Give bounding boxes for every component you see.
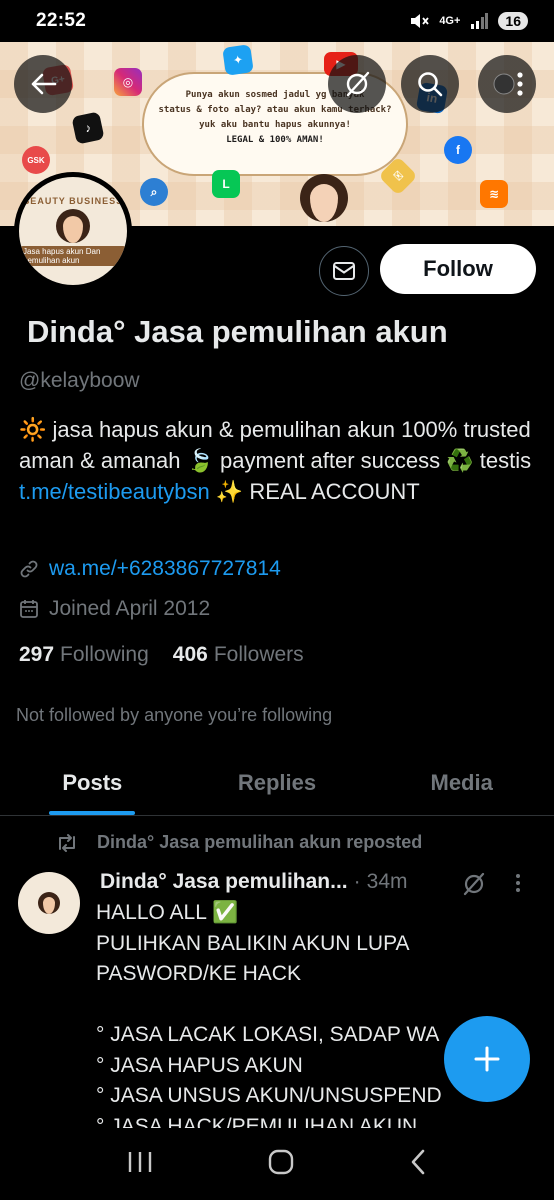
system-back-button[interactable] — [408, 1148, 428, 1181]
more-vertical-icon — [516, 874, 520, 892]
post-more-button[interactable] — [514, 872, 522, 900]
home-button[interactable] — [267, 1148, 295, 1181]
network-indicator: 4G+ — [439, 15, 461, 27]
following-label: Following — [60, 643, 149, 666]
bio-link[interactable]: t.me/testibeautybsn — [19, 479, 210, 504]
twitter-icon: ✦ — [222, 44, 254, 76]
search-app-icon: ⌕ — [140, 178, 168, 206]
search-icon — [418, 72, 443, 97]
post-author[interactable]: Dinda° Jasa pemulihan... — [100, 870, 348, 894]
status-bar: 22:52 4G+ 16 — [0, 0, 554, 42]
post-avatar[interactable] — [18, 872, 80, 934]
search-button[interactable] — [401, 55, 459, 113]
website-link[interactable]: wa.me/+6283867727814 — [49, 557, 281, 581]
grok-icon — [463, 872, 485, 896]
back-arrow-icon — [31, 73, 57, 95]
avatar-image: BEAUTY BUSINESS Jasa hapus akun Dan pemu… — [19, 177, 127, 285]
followers-label: Followers — [213, 643, 304, 666]
more-vertical-icon — [493, 72, 523, 96]
post-header: Dinda° Jasa pemulihan... · 34m — [100, 870, 408, 894]
repost-label[interactable]: Dinda° Jasa pemulihan akun reposted — [97, 832, 422, 853]
avatar-brand-text: BEAUTY BUSINESS — [22, 196, 124, 206]
compose-button[interactable] — [444, 1016, 530, 1102]
avatar-face — [56, 209, 90, 243]
grok-button[interactable] — [328, 55, 386, 113]
grok-icon — [346, 71, 370, 97]
plus-icon — [474, 1046, 500, 1072]
recents-icon — [129, 1151, 152, 1172]
following-link[interactable]: 297 Following — [19, 643, 149, 667]
tab-media[interactable]: Media — [369, 750, 554, 815]
tab-posts[interactable]: Posts — [0, 750, 185, 815]
avatar-tagline: Jasa hapus akun Dan pemulihan akun — [19, 246, 127, 266]
profile-website: wa.me/+6283867727814 — [19, 557, 281, 581]
system-nav-bar — [0, 1128, 554, 1200]
banner-illustration — [300, 174, 348, 222]
tab-replies[interactable]: Replies — [185, 750, 370, 815]
facebook-icon: f — [444, 136, 472, 164]
message-button[interactable] — [319, 246, 369, 296]
calendar-icon — [20, 600, 38, 618]
status-icons: 4G+ 16 — [409, 12, 528, 30]
bio-text: 🔆 jasa hapus akun & pemulihan akun 100% … — [19, 417, 532, 473]
post-time[interactable]: 34m — [367, 870, 408, 894]
profile-avatar[interactable]: BEAUTY BUSINESS Jasa hapus akun Dan pemu… — [14, 172, 132, 290]
status-time: 22:52 — [36, 10, 87, 31]
soundcloud-icon: ≋ — [480, 180, 508, 208]
follow-button[interactable]: Follow — [380, 244, 536, 294]
chevron-left-icon — [411, 1149, 424, 1174]
home-icon — [268, 1149, 294, 1174]
mute-icon — [411, 14, 430, 28]
post-separator: · — [353, 870, 361, 893]
profile-bio: 🔆 jasa hapus akun & pemulihan akun 100% … — [19, 414, 539, 507]
repost-indicator: Dinda° Jasa pemulihan akun reposted — [55, 832, 422, 853]
more-options-button[interactable] — [478, 55, 536, 113]
follow-counts: 297 Following 406 Followers — [19, 643, 304, 667]
tiktok-icon: ♪ — [71, 111, 105, 145]
followers-link[interactable]: 406 Followers — [173, 643, 304, 667]
bio-text-end: ✨ REAL ACCOUNT — [209, 479, 420, 504]
following-count: 297 — [19, 643, 55, 666]
not-followed-notice: Not followed by anyone you’re following — [16, 705, 333, 725]
stacks-icon: GSK — [22, 146, 50, 174]
profile-tabs: Posts Replies Media — [0, 750, 554, 816]
repost-icon — [59, 833, 75, 852]
joined-date: Joined April 2012 — [49, 597, 211, 620]
followers-count: 406 — [172, 643, 208, 666]
profile-joined: Joined April 2012 — [19, 597, 210, 621]
link-icon — [20, 560, 38, 578]
signal-icon — [471, 13, 489, 29]
profile-name: Dinda° Jasa pemulihan akun — [27, 314, 448, 349]
instagram-icon: ◎ — [114, 68, 142, 96]
bubble-line: LEGAL & 100% AMAN! — [226, 135, 324, 145]
profile-handle: @kelayboow — [19, 369, 140, 392]
bubble-line: yuk aku bantu hapus akunnya! — [199, 120, 351, 130]
battery-badge: 16 — [498, 12, 528, 30]
mail-icon — [333, 262, 355, 280]
back-button[interactable] — [14, 55, 72, 113]
line-icon: L — [212, 170, 240, 198]
recents-button[interactable] — [126, 1149, 154, 1180]
post-avatar-face — [38, 892, 60, 914]
